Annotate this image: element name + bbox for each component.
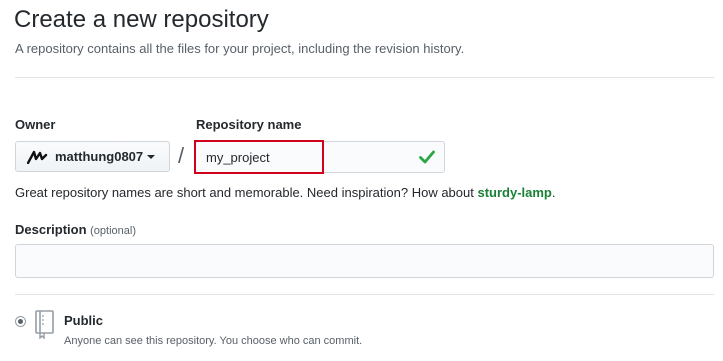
- repo-name-hint: Great repository names are short and mem…: [15, 185, 556, 200]
- repo-name-value: my_project: [206, 150, 270, 165]
- hint-text: Great repository names are short and mem…: [15, 185, 478, 200]
- owner-select-button[interactable]: matthung0807: [15, 141, 170, 172]
- page-title: Create a new repository: [14, 6, 269, 33]
- radio-selected-dot: [18, 319, 23, 324]
- chevron-down-icon: [147, 154, 156, 159]
- description-label: Description (optional): [15, 222, 136, 237]
- public-label[interactable]: Public: [64, 313, 103, 328]
- repo-name-label: Repository name: [196, 117, 302, 132]
- divider: [15, 77, 714, 78]
- public-radio[interactable]: [15, 316, 26, 327]
- repo-book-icon: [34, 309, 56, 340]
- owner-logo-icon: [27, 149, 49, 165]
- page-subtitle: A repository contains all the files for …: [15, 41, 465, 56]
- divider: [15, 294, 714, 295]
- owner-label: Owner: [15, 117, 56, 132]
- suggestion-link[interactable]: sturdy-lamp: [477, 185, 551, 200]
- check-icon: [419, 150, 435, 164]
- owner-name: matthung0807: [55, 149, 144, 164]
- public-description: Anyone can see this repository. You choo…: [64, 335, 363, 347]
- description-label-text: Description: [15, 222, 87, 237]
- repo-name-input[interactable]: my_project: [195, 141, 445, 173]
- hint-end: .: [551, 185, 556, 200]
- description-input[interactable]: [15, 244, 714, 278]
- optional-tag: (optional): [90, 225, 136, 237]
- owner-repo-separator: /: [178, 143, 185, 168]
